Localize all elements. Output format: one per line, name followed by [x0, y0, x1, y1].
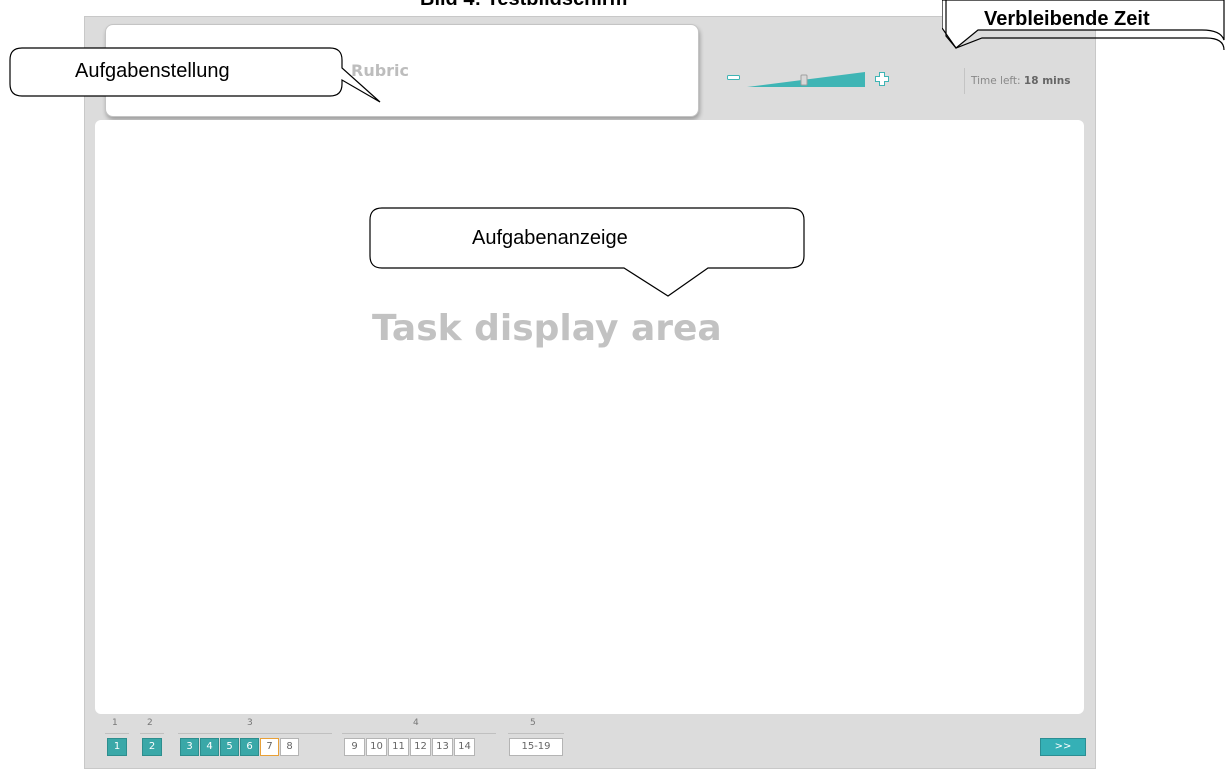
question-button-6[interactable]: 6	[240, 738, 259, 756]
time-left-value: 18 mins	[1023, 75, 1071, 87]
time-left-display: Time left: 18 mins	[971, 75, 1070, 87]
next-button[interactable]: >>	[1040, 738, 1086, 756]
question-button-8[interactable]: 8	[280, 738, 299, 756]
question-group-5: 5	[530, 718, 536, 728]
task-area-placeholder: Task display area	[372, 308, 722, 349]
callout-task	[369, 207, 805, 297]
question-group-divider	[178, 733, 332, 734]
time-left-label: Time left:	[971, 75, 1021, 87]
question-button-13[interactable]: 13	[432, 738, 453, 756]
page-title: Bild 4: Testbildschirm	[420, 0, 627, 11]
question-group-2: 2	[147, 718, 153, 728]
callout-time-text: Verbleibende Zeit	[984, 8, 1150, 30]
question-button-14[interactable]: 14	[454, 738, 475, 756]
zoom-out-icon[interactable]	[727, 73, 741, 83]
question-button-1[interactable]: 1	[107, 738, 127, 756]
question-group-divider	[342, 733, 496, 734]
question-group-divider	[140, 733, 164, 734]
question-button-15-19[interactable]: 15-19	[509, 738, 563, 756]
question-group-4: 4	[413, 718, 419, 728]
zoom-control[interactable]	[727, 70, 897, 90]
question-button-2[interactable]: 2	[142, 738, 162, 756]
zoom-slider-handle[interactable]	[800, 74, 808, 86]
question-group-1: 1	[112, 718, 118, 728]
question-group-divider	[508, 733, 564, 734]
question-button-3[interactable]: 3	[180, 738, 199, 756]
zoom-slider[interactable]	[747, 70, 867, 90]
question-button-4[interactable]: 4	[200, 738, 219, 756]
question-button-9[interactable]: 9	[344, 738, 365, 756]
question-group-divider	[105, 733, 129, 734]
question-group-3: 3	[247, 718, 253, 728]
question-button-10[interactable]: 10	[366, 738, 387, 756]
question-button-5[interactable]: 5	[220, 738, 239, 756]
question-button-7[interactable]: 7	[260, 738, 279, 756]
callout-rubric-text: Aufgabenstellung	[75, 60, 230, 82]
timer-divider	[964, 68, 965, 94]
question-button-11[interactable]: 11	[388, 738, 409, 756]
callout-task-text: Aufgabenanzeige	[472, 227, 628, 249]
question-button-12[interactable]: 12	[410, 738, 431, 756]
zoom-in-icon[interactable]	[874, 71, 890, 87]
